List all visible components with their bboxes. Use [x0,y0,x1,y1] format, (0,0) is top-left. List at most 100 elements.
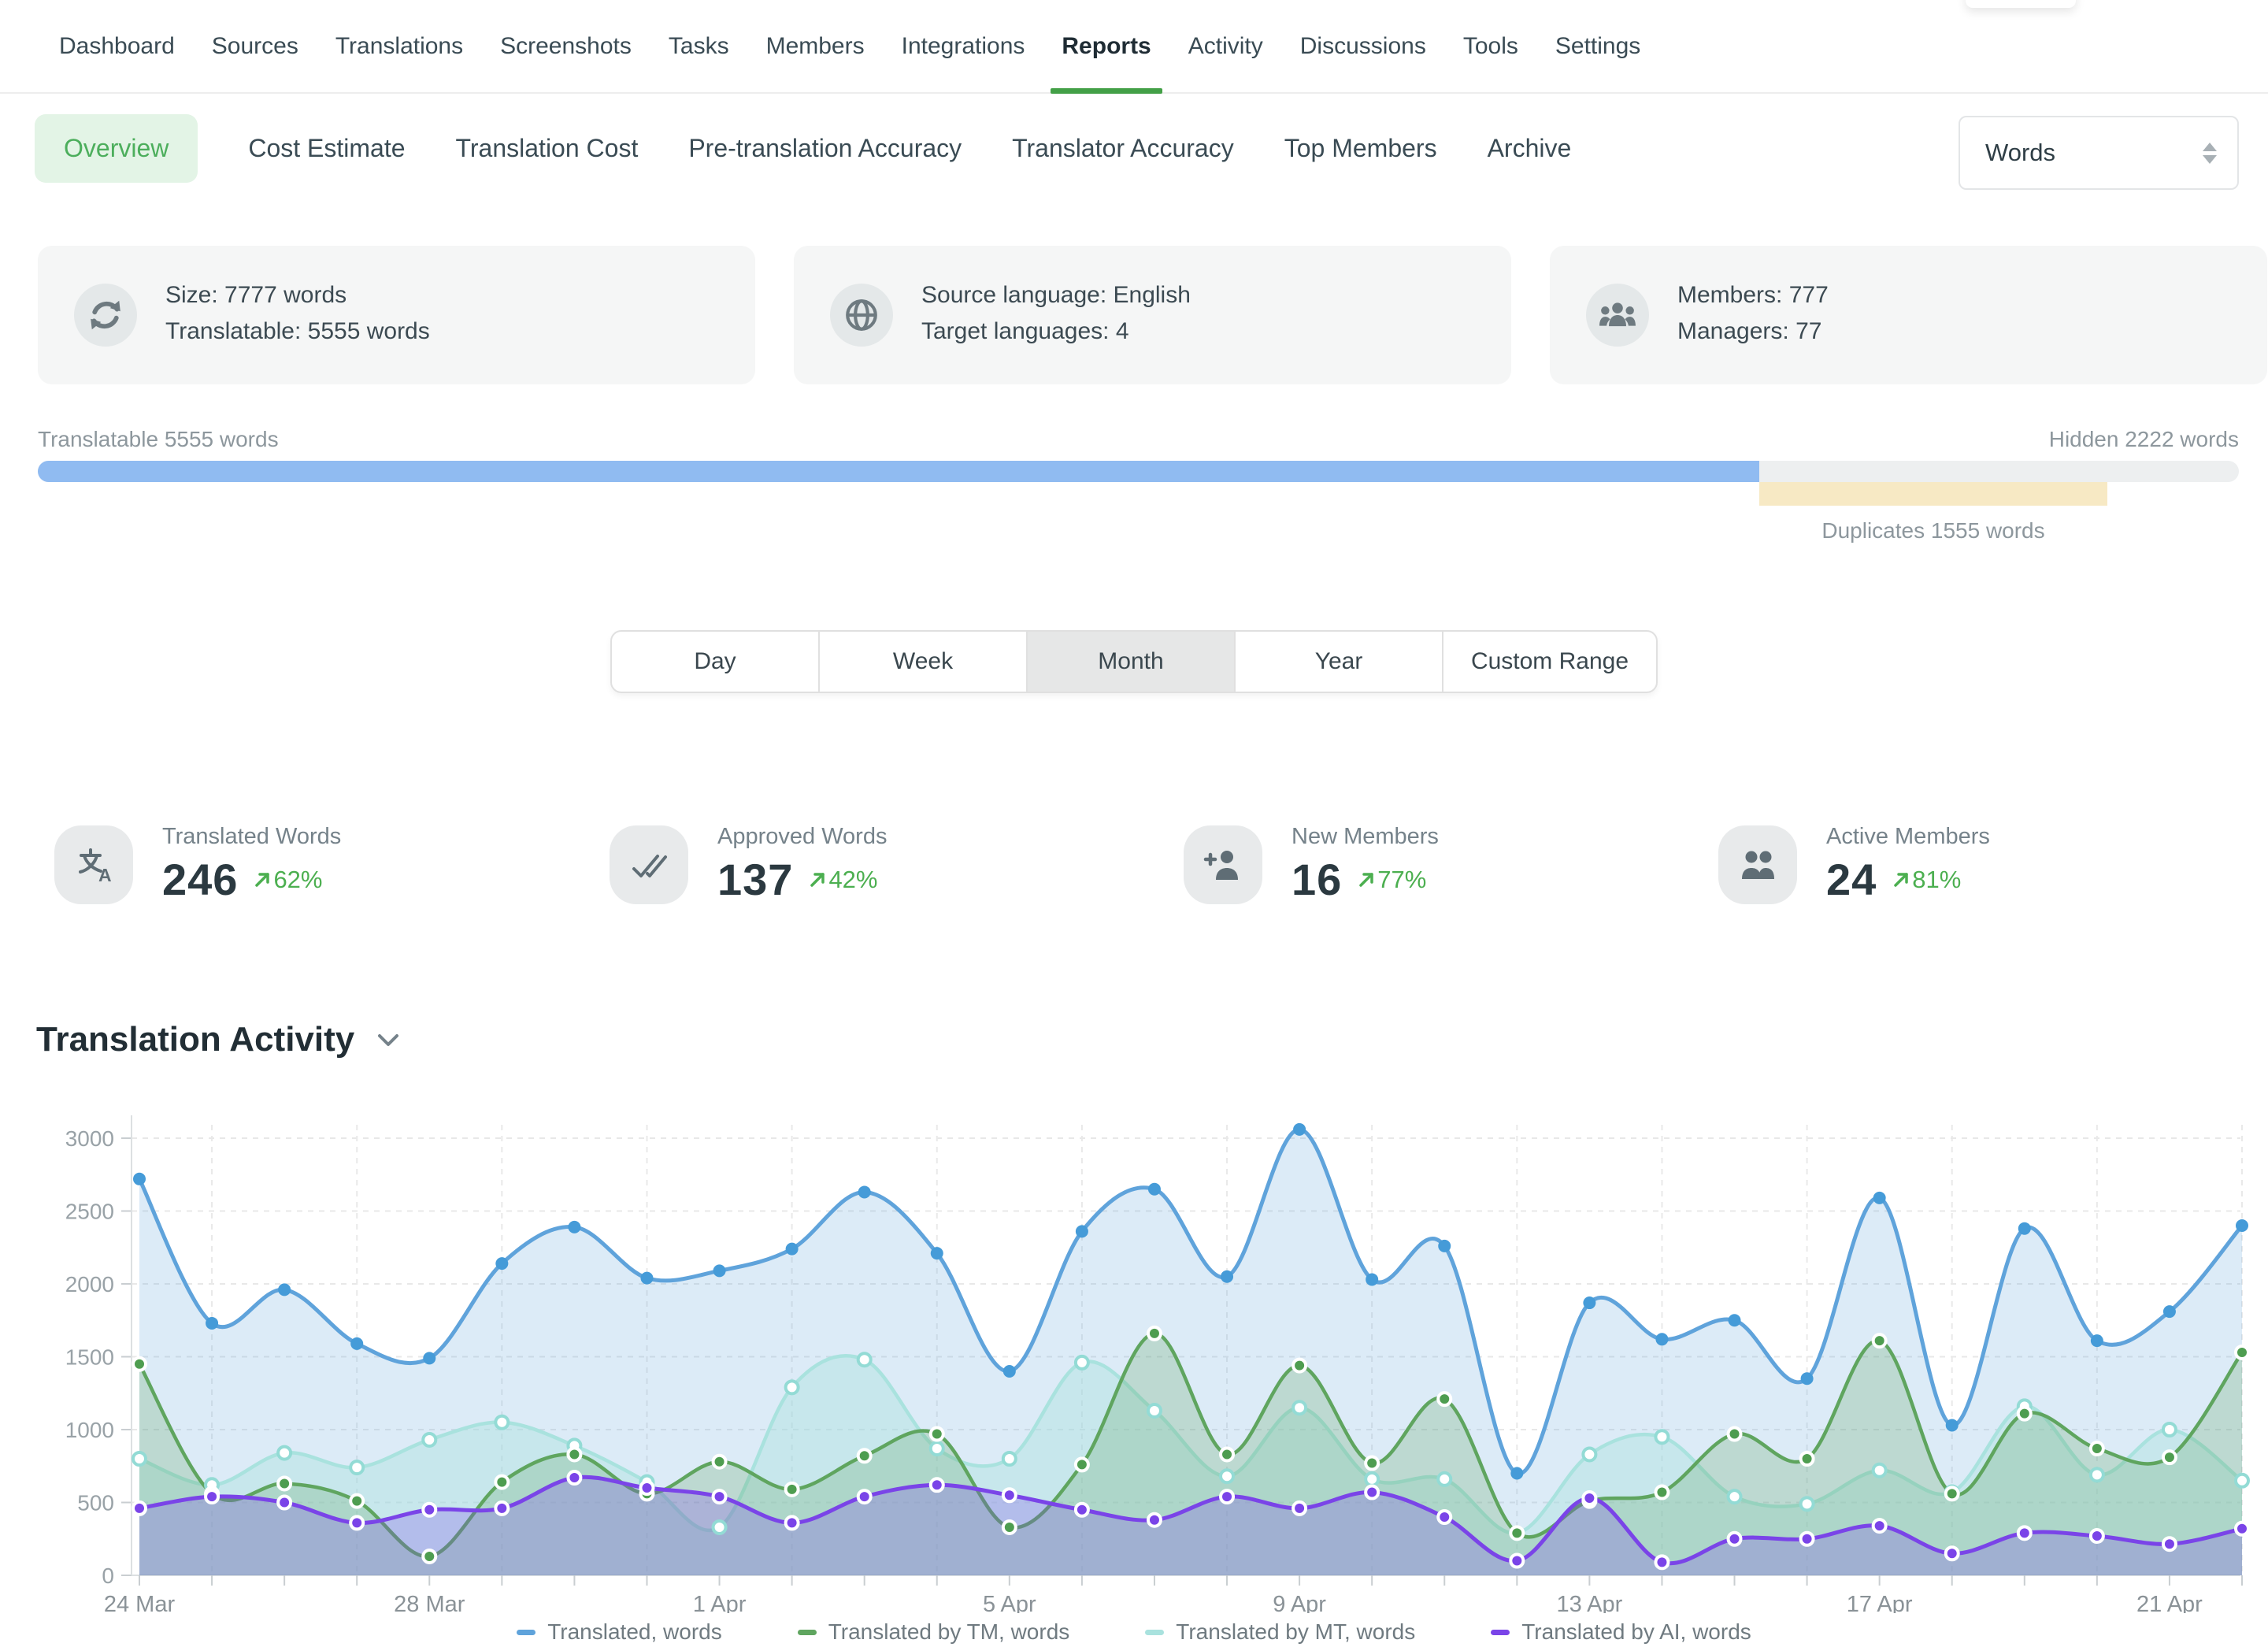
project-size-line1: Size: 7777 words [165,277,430,313]
languages-line2: Target languages: 4 [921,313,1191,350]
legend-item[interactable]: Translated, words [517,1619,722,1645]
stat-value: 137 [717,854,793,905]
tab-pretranslation-accuracy[interactable]: Pre-translation Accuracy [688,134,962,163]
top-navigation: Dashboard Sources Translations Screensho… [0,0,2268,94]
nav-item-reports[interactable]: Reports [1062,0,1151,92]
svg-text:1 Apr: 1 Apr [693,1592,747,1613]
date-range-tabs: Day Week Month Year Custom Range [610,630,1658,693]
svg-text:500: 500 [77,1491,114,1515]
languages-text: Source language: English Target language… [921,277,1191,350]
svg-text:28 Mar: 28 Mar [394,1592,465,1613]
svg-text:2000: 2000 [65,1272,114,1296]
nav-item-screenshots[interactable]: Screenshots [500,0,632,92]
members-line2: Managers: 77 [1677,313,1829,350]
duplicates-bar [1759,482,2107,506]
sync-icon [74,284,137,347]
up-arrow-icon [254,871,271,888]
svg-text:24 Mar: 24 Mar [104,1592,176,1613]
tab-overview[interactable]: Overview [35,114,198,183]
svg-text:A: A [98,865,112,885]
legend-marker-icon [1145,1630,1164,1635]
stat-value: 246 [162,854,238,905]
nav-item-settings[interactable]: Settings [1555,0,1640,92]
stat-label: Translated Words [162,824,341,850]
members-icon [1586,284,1649,347]
members-text: Members: 777 Managers: 77 [1677,277,1829,350]
reports-page: Dashboard Sources Translations Screensho… [0,0,2268,1647]
translatable-progress-fill [38,461,1759,482]
tab-archive[interactable]: Archive [1488,134,1572,163]
up-arrow-icon [1358,871,1375,888]
project-size-line2: Translatable: 5555 words [165,313,430,350]
translation-activity-chart[interactable]: 0 500 1000 1500 2000 2500 3000 24 Mar 28 Mar 1 Ap… [0,1093,2268,1647]
legend-label: Translated, words [547,1619,722,1645]
svg-text:5 Apr: 5 Apr [983,1592,1036,1613]
tab-translator-accuracy[interactable]: Translator Accuracy [1012,134,1234,163]
range-tab-custom[interactable]: Custom Range [1443,632,1656,692]
languages-line1: Source language: English [921,277,1191,313]
stat-delta: 77% [1358,866,1426,894]
svg-text:0: 0 [102,1564,114,1588]
members-card: Members: 777 Managers: 77 [1550,246,2267,384]
popup-remnant [1966,0,2076,8]
stat-delta: 42% [809,866,877,894]
duplicates-label: Duplicates 1555 words [1759,518,2107,543]
nav-item-sources[interactable]: Sources [212,0,298,92]
stat-value: 24 [1826,854,1877,905]
select-arrows-icon [2203,143,2217,164]
person-add-icon [1184,825,1262,904]
nav-item-activity[interactable]: Activity [1188,0,1263,92]
nav-item-translations[interactable]: Translations [335,0,463,92]
range-tab-day[interactable]: Day [612,632,820,692]
range-tab-week[interactable]: Week [820,632,1028,692]
legend-marker-icon [798,1630,817,1635]
unit-select[interactable]: Words [1959,116,2239,190]
stat-label: Approved Words [717,824,887,850]
nav-item-members[interactable]: Members [766,0,865,92]
legend-marker-icon [1491,1630,1510,1635]
stat-value: 16 [1292,854,1342,905]
hidden-words-label: Hidden 2222 words [2049,427,2239,452]
svg-text:2500: 2500 [65,1200,114,1224]
project-size-text: Size: 7777 words Translatable: 5555 word… [165,277,430,350]
tab-translation-cost[interactable]: Translation Cost [456,134,639,163]
svg-text:1000: 1000 [65,1418,114,1442]
legend-label: Translated by AI, words [1521,1619,1751,1645]
stat-delta: 62% [254,866,322,894]
nav-item-discussions[interactable]: Discussions [1300,0,1426,92]
svg-text:3000: 3000 [65,1126,114,1151]
legend-item[interactable]: Translated by MT, words [1145,1619,1415,1645]
members-line1: Members: 777 [1677,277,1829,313]
unit-select-value: Words [1985,139,2055,167]
up-arrow-icon [1892,871,1910,888]
svg-text:13 Apr: 13 Apr [1556,1592,1622,1613]
translatable-words-label: Translatable 5555 words [38,427,279,452]
people-icon [1718,825,1797,904]
globe-icon [830,284,893,347]
stat-delta: 81% [1892,866,1961,894]
nav-item-tasks[interactable]: Tasks [669,0,729,92]
legend-item[interactable]: Translated by TM, words [798,1619,1070,1645]
languages-card: Source language: English Target language… [794,246,1511,384]
range-tab-year[interactable]: Year [1236,632,1443,692]
svg-text:9 Apr: 9 Apr [1273,1592,1326,1613]
chevron-down-icon[interactable] [376,1033,400,1048]
tab-cost-estimate[interactable]: Cost Estimate [248,134,405,163]
tab-top-members[interactable]: Top Members [1284,134,1437,163]
svg-text:21 Apr: 21 Apr [2136,1592,2203,1613]
reports-subnav: Overview Cost Estimate Translation Cost … [0,94,2268,202]
legend-marker-icon [517,1630,536,1635]
nav-item-dashboard[interactable]: Dashboard [59,0,175,92]
svg-text:1500: 1500 [65,1345,114,1370]
chart-canvas[interactable]: 0 500 1000 1500 2000 2500 3000 24 Mar 28 Mar 1 Ap… [0,1093,2268,1613]
nav-item-integrations[interactable]: Integrations [902,0,1025,92]
stat-label: New Members [1292,824,1439,850]
legend-item[interactable]: Translated by AI, words [1491,1619,1751,1645]
range-tab-month[interactable]: Month [1028,632,1236,692]
words-progress-bar [38,461,2239,482]
page-title: Translation Activity [36,1020,354,1059]
nav-item-tools[interactable]: Tools [1463,0,1518,92]
translate-icon: A [54,825,133,904]
up-arrow-icon [809,871,826,888]
legend-label: Translated by TM, words [828,1619,1070,1645]
